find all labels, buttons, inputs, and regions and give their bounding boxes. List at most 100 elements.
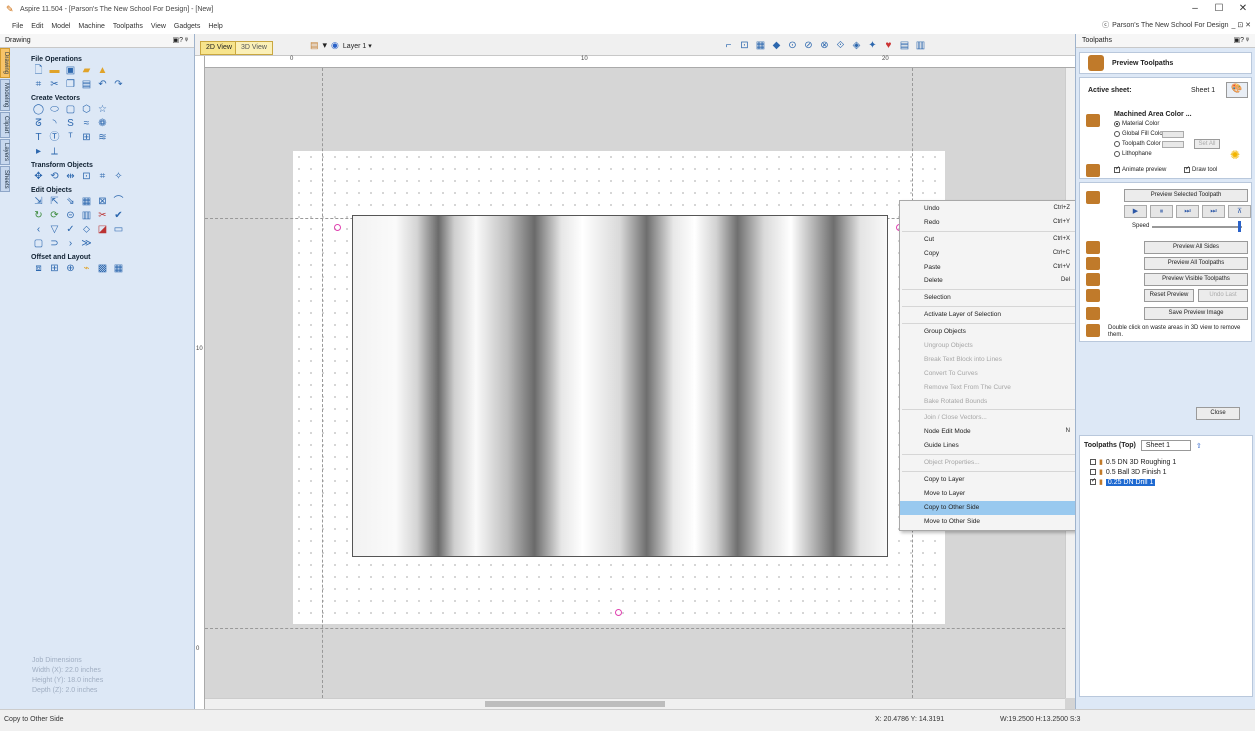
menu-item-move-to-other-side[interactable]: Move to Other Side [900,515,1082,529]
tab-3d-view[interactable]: 3D View [235,41,273,55]
toolpath-view-icon[interactable]: ⟐ [834,40,847,52]
tab-sheets[interactable]: Sheets [0,165,10,193]
chamfer-icon[interactable]: ▽ [48,224,61,236]
menu-item-node-edit-mode[interactable]: Node Edit Mode N [900,425,1082,439]
polygon-icon[interactable]: ⬡ [80,104,93,116]
animate-preview-checkbox[interactable]: Animate preview [1114,165,1166,173]
node-edit-icon[interactable]: ⇱ [48,196,61,208]
check-vectors-icon[interactable]: ✔ [112,210,125,222]
menu-toolpaths[interactable]: Toolpaths [109,23,147,30]
stop-icon[interactable]: ⊼ [1228,205,1251,218]
mirror-icon[interactable]: ⇹ [64,171,77,183]
undo-icon[interactable]: ↶ [96,79,109,91]
pause-icon[interactable]: ⏸ [1150,205,1173,218]
star-icon[interactable]: ☆ [96,104,109,116]
minimize-button[interactable]: – [1183,0,1207,18]
import-vectors-icon[interactable]: ▰ [80,65,93,77]
menu-item-object-properties[interactable]: Object Properties... [900,456,1082,470]
circular-array-icon[interactable]: ⊕ [64,263,77,275]
spiral-icon[interactable]: ❁ [96,118,109,130]
dimension-icon[interactable]: ⊞ [80,132,93,144]
trim-icon[interactable]: ⌒ [112,196,125,208]
drill-point-icon[interactable] [334,224,341,231]
tab-modeling[interactable]: Modeling [0,79,10,112]
distort-icon[interactable]: ⌗ [96,171,109,183]
interactive-select-icon[interactable]: ⇘ [64,196,77,208]
tab-2d-view[interactable]: 2D View [200,41,238,55]
show-grid-icon[interactable]: ▦ [754,40,767,52]
align-icon[interactable]: ✧ [112,171,125,183]
menu-gadgets[interactable]: Gadgets [170,23,204,30]
toolpath-item[interactable]: ▮ 0.25 DN Drill 1 [1090,477,1156,486]
bracket-left-icon[interactable]: ⊃ [48,238,61,250]
menu-item-copy-to-other-side[interactable]: Copy to Other Side [900,500,1082,515]
select-icon[interactable]: ⇲ [32,196,45,208]
wave-icon[interactable]: ≈ [80,118,93,130]
save-icon[interactable]: ▣ [64,65,77,77]
menu-item-move-to-layer[interactable]: Move to Layer› [900,487,1082,501]
active-sheet-value[interactable]: Sheet 1 [1191,87,1215,94]
global-fill-swatch[interactable] [1162,131,1184,138]
color-icon[interactable]: ▾ [323,40,328,51]
zoom-out-icon[interactable]: ⊗ [818,40,831,52]
circle-icon[interactable]: ◯ [32,104,45,116]
speed-slider-track[interactable] [1152,226,1242,228]
menu-edit[interactable]: Edit [27,23,47,30]
menu-item-ungroup-objects[interactable]: Ungroup Objects› [900,339,1082,353]
maximize-button[interactable]: ☐ [1207,0,1231,18]
menu-item-undo[interactable]: Undo Ctrl+Z [900,202,1082,216]
undo-last-button[interactable]: Undo Last [1198,289,1248,302]
menu-item-selection[interactable]: Selection› [900,291,1082,305]
toolpath-item[interactable]: ▮ 0.5 DN 3D Roughing 1 [1090,458,1176,466]
bracket-right-icon[interactable]: › [64,238,77,250]
step-icon[interactable]: ⏭ [1176,205,1199,218]
scale-icon[interactable]: ⊡ [80,171,93,183]
arc-icon[interactable]: ◝ [48,118,61,130]
horizontal-scrollbar[interactable] [205,698,1065,709]
fillet-icon[interactable]: ‹ [32,224,45,236]
radio-lithophane[interactable]: Lithophane [1114,151,1152,157]
menu-view[interactable]: View [147,23,170,30]
menu-item-bake-rotated-bounds[interactable]: Bake Rotated Bounds [900,395,1082,409]
diamond-icon[interactable]: ◆ [770,40,783,52]
radio-toolpath-color[interactable]: Toolpath Color [1114,141,1161,147]
weld-icon[interactable]: ↻ [32,210,45,222]
menu-item-break-text-block-into-lines[interactable]: Break Text Block into Lines [900,353,1082,367]
menu-item-remove-text-from-the-curve[interactable]: Remove Text From The Curve [900,381,1082,395]
menu-machine[interactable]: Machine [74,23,108,30]
menu-model[interactable]: Model [47,23,74,30]
layers-icon[interactable]: ▤ [310,40,319,51]
set-all-button[interactable]: Set All [1194,139,1220,149]
paste-icon[interactable]: ▤ [80,79,93,91]
panel-toggle-icon[interactable]: ▥ [914,40,927,52]
rectangle-icon[interactable]: ▢ [64,104,77,116]
menu-help[interactable]: Help [204,23,226,30]
move-icon[interactable]: ✥ [32,171,45,183]
text-arc-icon[interactable]: ≋ [96,132,109,144]
copy-icon[interactable]: ❐ [64,79,77,91]
close-window-button[interactable]: ✕ [1231,0,1255,18]
menu-item-copy[interactable]: Copy Ctrl+C [900,247,1082,261]
zoom-extents-icon[interactable]: ⊙ [786,40,799,52]
copy-along-vectors-icon[interactable]: ⌁ [80,263,93,275]
pointer-icon[interactable]: ▸ [32,146,45,158]
double-arrow-icon[interactable]: ≫ [80,238,93,250]
rotate-icon[interactable]: ⟲ [48,171,61,183]
nesting-icon[interactable]: ▩ [96,263,109,275]
intersect-icon[interactable]: ⊝ [64,210,77,222]
array-copy-icon[interactable]: ⊞ [48,263,61,275]
scissors-icon[interactable]: ✂ [96,210,109,222]
preview-all-sides-button[interactable]: Preview All Sides [1144,241,1248,254]
radio-global-fill[interactable]: Global Fill Color [1114,131,1165,137]
reset-preview-button[interactable]: Reset Preview [1144,289,1194,302]
menu-item-redo[interactable]: Redo Ctrl+Y [900,216,1082,230]
toolpath-item[interactable]: ▮ 0.5 Ball 3D Finish 1 [1090,468,1167,476]
drill-point-icon[interactable] [615,609,622,616]
close-button[interactable]: Close [1196,407,1240,420]
redo-icon[interactable]: ↷ [112,79,125,91]
close-vectors-icon[interactable]: ▢ [32,238,45,250]
pin-icon[interactable]: ♥ [882,40,895,52]
offset-icon[interactable]: ⧈ [32,263,45,275]
measure-icon[interactable]: ⟂ [48,146,61,158]
create-layout-icon[interactable]: ▦ [112,263,125,275]
